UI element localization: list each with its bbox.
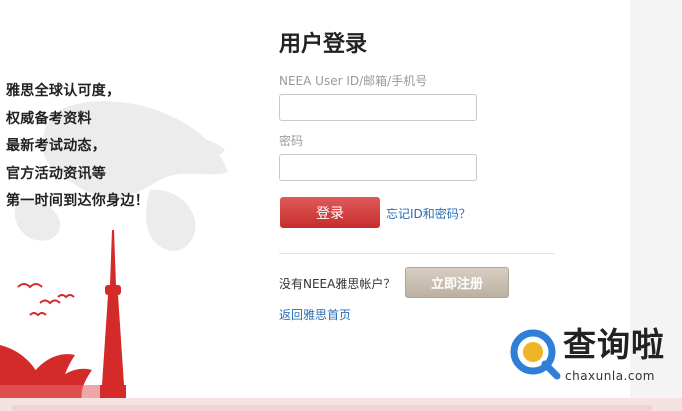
skyline-illustration [0,230,126,398]
login-button[interactable]: 登录 [280,197,380,228]
divider [279,253,555,254]
watermark-main-text: 查询啦 [563,325,665,364]
promo-line: 权威备考资料 [6,110,92,127]
userid-label: NEEA User ID/邮箱/手机号 [279,74,428,88]
promo-line: 最新考试动态， [6,138,107,154]
password-input[interactable] [279,154,477,181]
register-button[interactable]: 立即注册 [405,267,509,298]
userid-input[interactable] [279,94,477,121]
password-label: 密码 [279,134,304,148]
return-home-link[interactable]: 返回雅思首页 [279,307,351,323]
q-search-icon [510,329,561,380]
page-title: 用户登录 [279,32,368,57]
forgot-id-password-link[interactable]: 忘记ID和密码？ [386,206,471,222]
promo-line: 官方活动资讯等 [6,165,107,182]
login-page: 雅思全球认可度， 权威备考资料 最新考试动态， 官方活动资讯等 第一时间到达你身… [0,0,682,411]
birds-icon [17,283,75,317]
promo-line: 第一时间到达你身边！ [6,193,149,209]
cn-tower-icon [100,230,126,398]
bottom-strip-inner [12,405,652,411]
watermark-sub-text: chaxunla.com [565,369,655,383]
promo-panel: 雅思全球认可度， 权威备考资料 最新考试动态， 官方活动资讯等 第一时间到达你身… [0,0,235,398]
promo-text: 雅思全球认可度， 权威备考资料 最新考试动态， 官方活动资讯等 第一时间到达你身… [6,78,231,216]
promo-line: 雅思全球认可度， [6,83,121,99]
no-account-text: 没有NEEA雅思帐户？ [279,277,396,291]
watermark: 查询啦 chaxunla.com [505,322,675,390]
